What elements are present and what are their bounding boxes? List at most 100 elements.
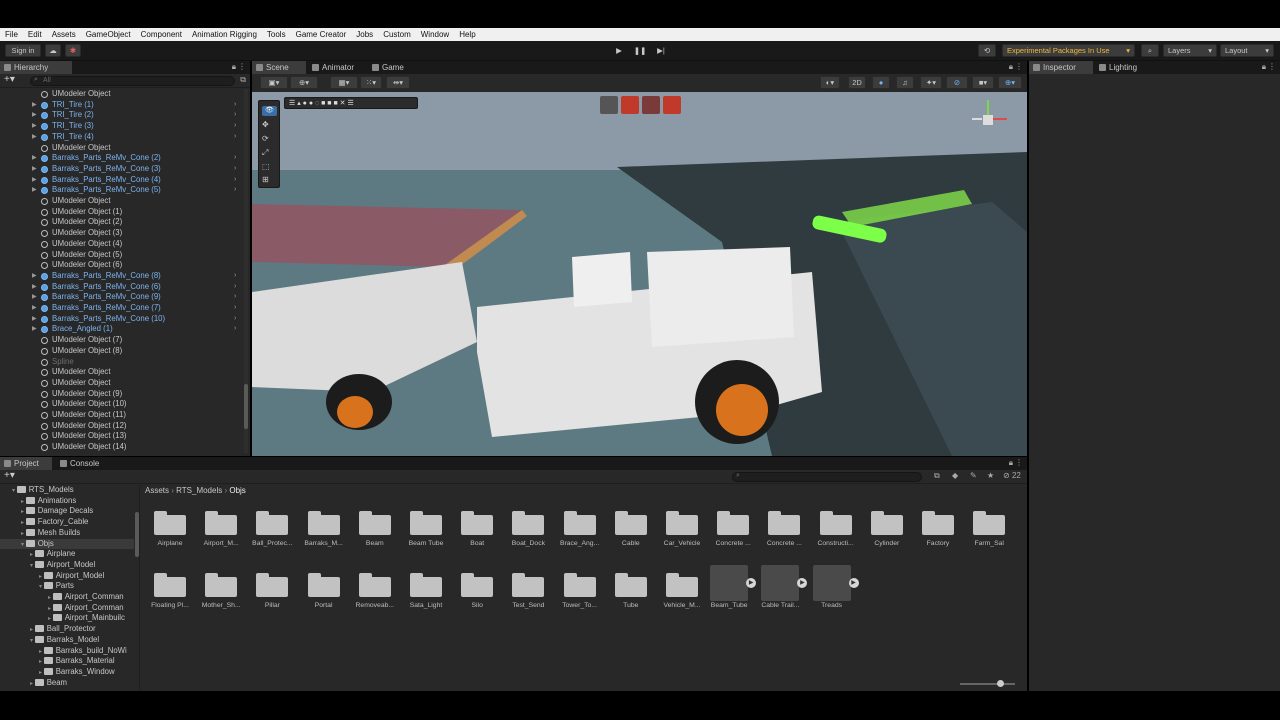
asset-folder[interactable]: Floating Pl...	[141, 563, 191, 613]
hierarchy-row[interactable]: ▶ › Barraks_Parts_ReMv_Cone (4)	[0, 175, 244, 186]
hierarchy-row[interactable]: UModeler Object (1)	[0, 207, 244, 218]
hierarchy-search[interactable]: ⌕ All	[30, 76, 235, 86]
menu-item-tools[interactable]: Tools	[267, 28, 286, 41]
open-prefab-icon[interactable]: ›	[234, 282, 236, 293]
more-options-icon[interactable]: ⋮	[1015, 458, 1023, 467]
project-tree-item[interactable]: ▸ Beam	[0, 678, 134, 689]
asset-folder[interactable]: Airport_M...	[192, 501, 242, 551]
hierarchy-row[interactable]: ▶ › TRI_Tire (2)	[0, 110, 244, 121]
tree-scrollbar-thumb[interactable]	[135, 512, 139, 557]
project-tree-item[interactable]: ▾ Objs	[0, 538, 134, 550]
pause-icon[interactable]: ❚❚	[631, 44, 649, 57]
hierarchy-row[interactable]: UModeler Object (9)	[0, 389, 244, 400]
tree-arrow-icon[interactable]: ▾	[39, 584, 44, 590]
project-tree-item[interactable]: ▾ Airport_Model	[0, 560, 134, 571]
asset-folder[interactable]: Vehicle_M...	[653, 563, 703, 613]
hierarchy-row[interactable]: UModeler Object	[0, 367, 244, 378]
tree-arrow-icon[interactable]: ▸	[21, 520, 26, 526]
hierarchy-row[interactable]: UModeler Object (8)	[0, 346, 244, 357]
tree-arrow-icon[interactable]: ▾	[21, 542, 26, 548]
asset-folder[interactable]: Cable	[602, 501, 652, 551]
asset-folder[interactable]: Cylinder	[858, 501, 908, 551]
asset-folder[interactable]: Tower_To...	[551, 563, 601, 613]
menu-item-gameobject[interactable]: GameObject	[86, 28, 131, 41]
experimental-packages-dropdown[interactable]: Experimental Packages In Use ▾	[1002, 44, 1135, 57]
collab-icon[interactable]: ✱	[65, 44, 81, 57]
hierarchy-row[interactable]: ▶ › TRI_Tire (1)	[0, 100, 244, 111]
scale-tool-icon[interactable]: ⤢	[262, 148, 268, 158]
hierarchy-row[interactable]: UModeler Object (7)	[0, 335, 244, 346]
axis-dropdown[interactable]: ⇹▾	[386, 76, 410, 89]
hierarchy-row[interactable]: ▶ › Barraks_Parts_ReMv_Cone (5)	[0, 185, 244, 196]
history-icon[interactable]: ⟲	[978, 44, 996, 57]
expand-prefab-icon[interactable]: ▶	[848, 578, 859, 588]
tree-arrow-icon[interactable]: ▸	[30, 627, 35, 633]
hierarchy-row[interactable]: UModeler Object (11)	[0, 410, 244, 421]
menu-item-assets[interactable]: Assets	[52, 28, 76, 41]
hierarchy-row[interactable]: UModeler Object (5)	[0, 250, 244, 261]
umodeler-pivot-icon[interactable]	[642, 96, 660, 114]
lighting-icon[interactable]: ●	[872, 76, 890, 89]
scene-viewport[interactable]: 👁︎ ✥ ⟳ ⤢ ⬚ ⊞ ☰ ▴ ● ● ◌ ■ ■ ■ ✕ ☰	[252, 92, 1027, 456]
expand-arrow-icon[interactable]: ▶	[32, 324, 37, 335]
asset-folder[interactable]: Concrete ...	[704, 501, 754, 551]
umodeler-gear-icon[interactable]	[621, 96, 639, 114]
hierarchy-row[interactable]: UModeler Object (6)	[0, 260, 244, 271]
project-search[interactable]: ⌕	[732, 472, 922, 482]
hierarchy-row[interactable]: ▶ › Barraks_Parts_ReMv_Cone (3)	[0, 164, 244, 175]
move-tool-icon[interactable]: ✥	[262, 120, 269, 129]
hierarchy-row[interactable]: UModeler Object (3)	[0, 228, 244, 239]
asset-folder[interactable]: Portal	[295, 563, 345, 613]
hierarchy-row[interactable]: Spline	[0, 357, 244, 368]
hierarchy-row[interactable]: UModeler Object (12)	[0, 421, 244, 432]
asset-folder[interactable]: Removeab...	[346, 563, 396, 613]
hierarchy-row[interactable]: ▶ › Barraks_Parts_ReMv_Cone (8)	[0, 271, 244, 282]
umodeler-refresh-icon[interactable]	[663, 96, 681, 114]
tree-arrow-icon[interactable]: ▸	[30, 552, 35, 558]
asset-folder[interactable]: Barraks_M...	[295, 501, 345, 551]
hierarchy-scrollbar[interactable]	[244, 89, 248, 453]
project-tree-item[interactable]: ▸ Airport_Comman	[0, 592, 134, 603]
hierarchy-row[interactable]: ▶ › Barraks_Parts_ReMv_Cone (7)	[0, 303, 244, 314]
project-tree-item[interactable]: ▸ Airport_Comman	[0, 603, 134, 614]
search-icon[interactable]: ⌕	[1141, 44, 1159, 57]
asset-folder[interactable]: Boat	[448, 501, 498, 551]
tool-handle-dropdown[interactable]: ▣▾	[260, 76, 288, 89]
tree-arrow-icon[interactable]: ▸	[48, 606, 53, 612]
tree-arrow-icon[interactable]: ▸	[39, 659, 44, 665]
asset-folder[interactable]: Factory	[909, 501, 959, 551]
tree-arrow-icon[interactable]: ▸	[48, 616, 53, 622]
open-prefab-icon[interactable]: ›	[234, 185, 236, 196]
expand-arrow-icon[interactable]: ▶	[32, 100, 37, 111]
hierarchy-row[interactable]: UModeler Object (10)	[0, 399, 244, 410]
asset-prefab[interactable]: ▶ Beam_Tube	[704, 563, 757, 613]
search-by-type-icon[interactable]: ⧉	[934, 471, 940, 481]
gizmos-icon[interactable]: ⊕▾	[998, 76, 1022, 89]
breadcrumb-rts-models[interactable]: RTS_Models	[176, 486, 222, 495]
project-tree-item[interactable]: ▸ Animations	[0, 496, 134, 507]
project-tree-item[interactable]: ▸ Barraks_Window	[0, 667, 134, 678]
expand-arrow-icon[interactable]: ▶	[32, 282, 37, 293]
step-icon[interactable]: ▶|	[652, 44, 670, 57]
hierarchy-row[interactable]: ▶ › Barraks_Parts_ReMv_Cone (2)	[0, 153, 244, 164]
tree-arrow-icon[interactable]: ▸	[21, 499, 26, 505]
lock-icon[interactable]: 🔒︎	[1262, 62, 1266, 72]
menu-item-edit[interactable]: Edit	[28, 28, 42, 41]
hierarchy-row[interactable]: ▶ › Barraks_Parts_ReMv_Cone (6)	[0, 282, 244, 293]
transform-tool-icon[interactable]: ⊞	[262, 175, 269, 184]
tag-icon[interactable]: ✎	[970, 471, 977, 480]
project-tree-item[interactable]: ▸ Airport_Mainbuilc	[0, 613, 134, 624]
asset-folder[interactable]: Boat_Dock	[499, 501, 549, 551]
menu-item-animation-rigging[interactable]: Animation Rigging	[192, 28, 257, 41]
tab-hierarchy[interactable]: Hierarchy	[0, 61, 72, 74]
open-prefab-icon[interactable]: ›	[234, 324, 236, 335]
asset-folder[interactable]: Farm_Sal	[960, 501, 1010, 551]
asset-folder[interactable]: Airplane	[141, 501, 191, 551]
play-icon[interactable]: ▶	[610, 44, 628, 57]
snap-increment-dropdown[interactable]: ⁙▾	[360, 76, 382, 89]
add-icon[interactable]: +▾	[4, 74, 15, 85]
scrollbar-thumb[interactable]	[244, 384, 248, 429]
layout-dropdown[interactable]: Layout ▾	[1220, 44, 1274, 57]
project-tree-item[interactable]: ▸ Airport_Model	[0, 571, 134, 582]
open-prefab-icon[interactable]: ›	[234, 292, 236, 303]
